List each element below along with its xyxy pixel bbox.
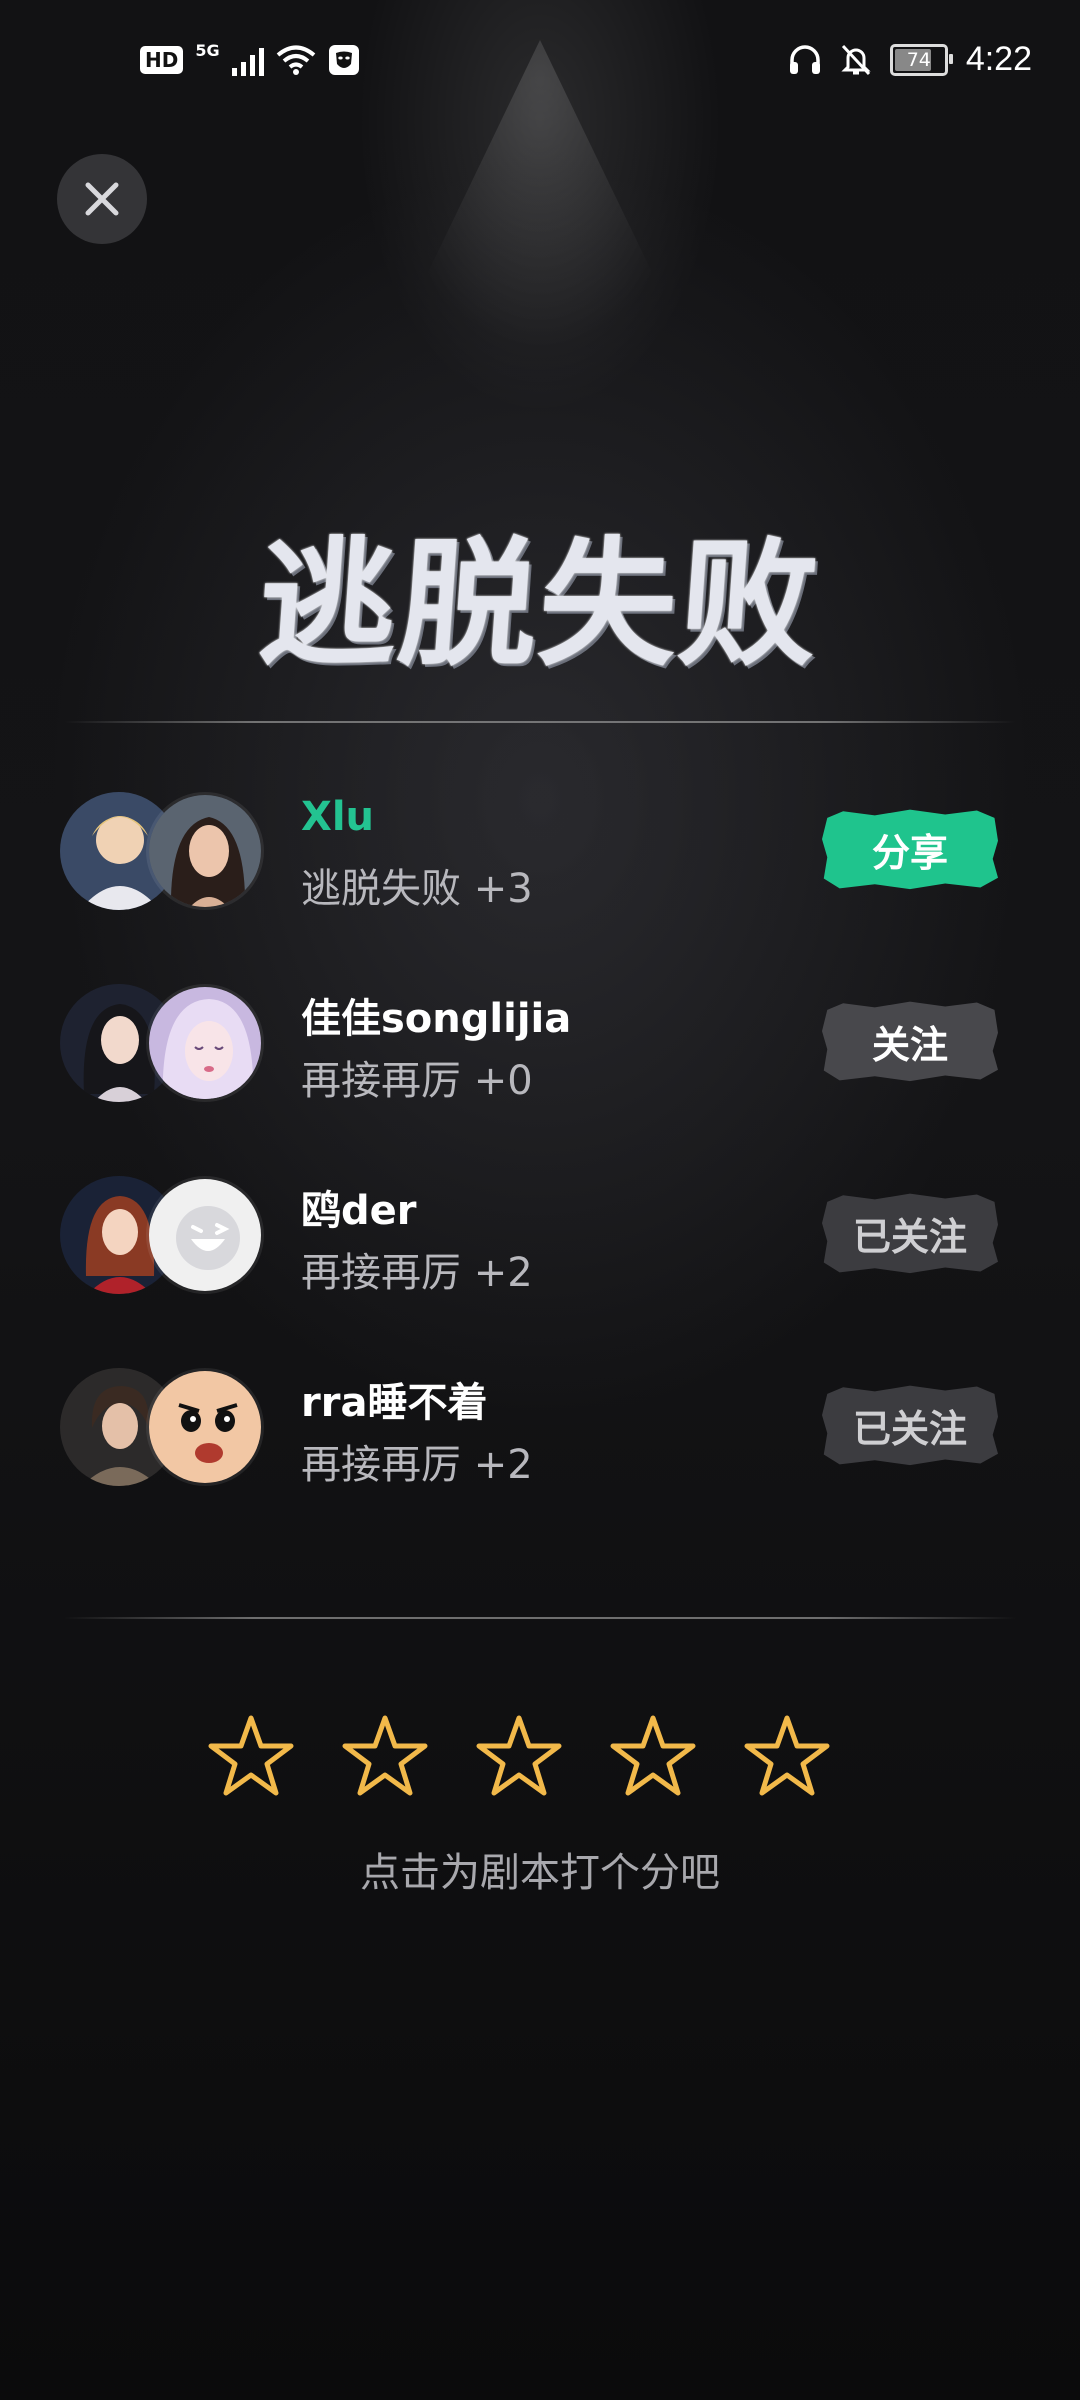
- wifi-icon: [276, 45, 315, 75]
- network-type: 5G: [195, 40, 220, 60]
- bell-muted-icon: [841, 44, 871, 75]
- close-icon: [85, 182, 119, 216]
- player-result: 逃脱失败 +3: [301, 866, 533, 912]
- battery-icon: 74: [889, 43, 953, 76]
- avatar[interactable]: [146, 1368, 264, 1486]
- follow-button[interactable]: 关注: [822, 1001, 998, 1082]
- signal-icon: [231, 44, 264, 76]
- avatar[interactable]: [146, 1176, 264, 1294]
- star-icon[interactable]: [743, 1712, 831, 1800]
- player-row: 鸥der 再接再厉 +2 已关注: [0, 1176, 1080, 1306]
- share-button[interactable]: 分享: [822, 809, 998, 890]
- mask-icon: [328, 45, 359, 75]
- player-name: 鸥der: [301, 1188, 417, 1234]
- battery-level: 74: [906, 48, 931, 71]
- followed-button[interactable]: 已关注: [822, 1385, 998, 1466]
- player-name: rra睡不着: [301, 1380, 488, 1426]
- rating-hint: 点击为剧本打个分吧: [360, 1850, 720, 1896]
- player-row: 佳佳songlijia 再接再厉 +0 关注: [0, 984, 1080, 1114]
- close-button[interactable]: [57, 154, 147, 244]
- player-name: Xlu: [301, 794, 375, 840]
- avatar[interactable]: [146, 984, 264, 1102]
- rating-stars: [207, 1712, 831, 1800]
- status-left: HD 5G: [140, 40, 360, 76]
- player-result: 再接再厉 +0: [301, 1058, 533, 1104]
- clock: 4:22: [965, 40, 1032, 78]
- top-divider: [64, 721, 1016, 723]
- status-bar: HD 5G 74 4:22: [0, 0, 1080, 130]
- page-title: 逃脱失败: [253, 524, 825, 685]
- hd-badge: HD: [140, 46, 184, 74]
- followed-button[interactable]: 已关注: [822, 1193, 998, 1274]
- status-right: 74 4:22: [788, 40, 1032, 79]
- player-result: 再接再厉 +2: [301, 1442, 533, 1488]
- star-icon[interactable]: [341, 1712, 429, 1800]
- player-row: Xlu 逃脱失败 +3 分享: [0, 792, 1080, 922]
- player-name: 佳佳songlijia: [301, 996, 572, 1042]
- player-row: rra睡不着 再接再厉 +2 已关注: [0, 1368, 1080, 1498]
- avatar[interactable]: [146, 792, 264, 910]
- star-icon[interactable]: [475, 1712, 563, 1800]
- bottom-divider: [64, 1617, 1016, 1619]
- headphones-icon: [789, 44, 820, 74]
- screen: HD 5G 74 4:22 逃脱失败 Xlu 逃脱失败 +3 分享 佳佳song…: [0, 0, 1080, 2400]
- star-icon[interactable]: [207, 1712, 295, 1800]
- star-icon[interactable]: [609, 1712, 697, 1800]
- player-result: 再接再厉 +2: [301, 1250, 533, 1296]
